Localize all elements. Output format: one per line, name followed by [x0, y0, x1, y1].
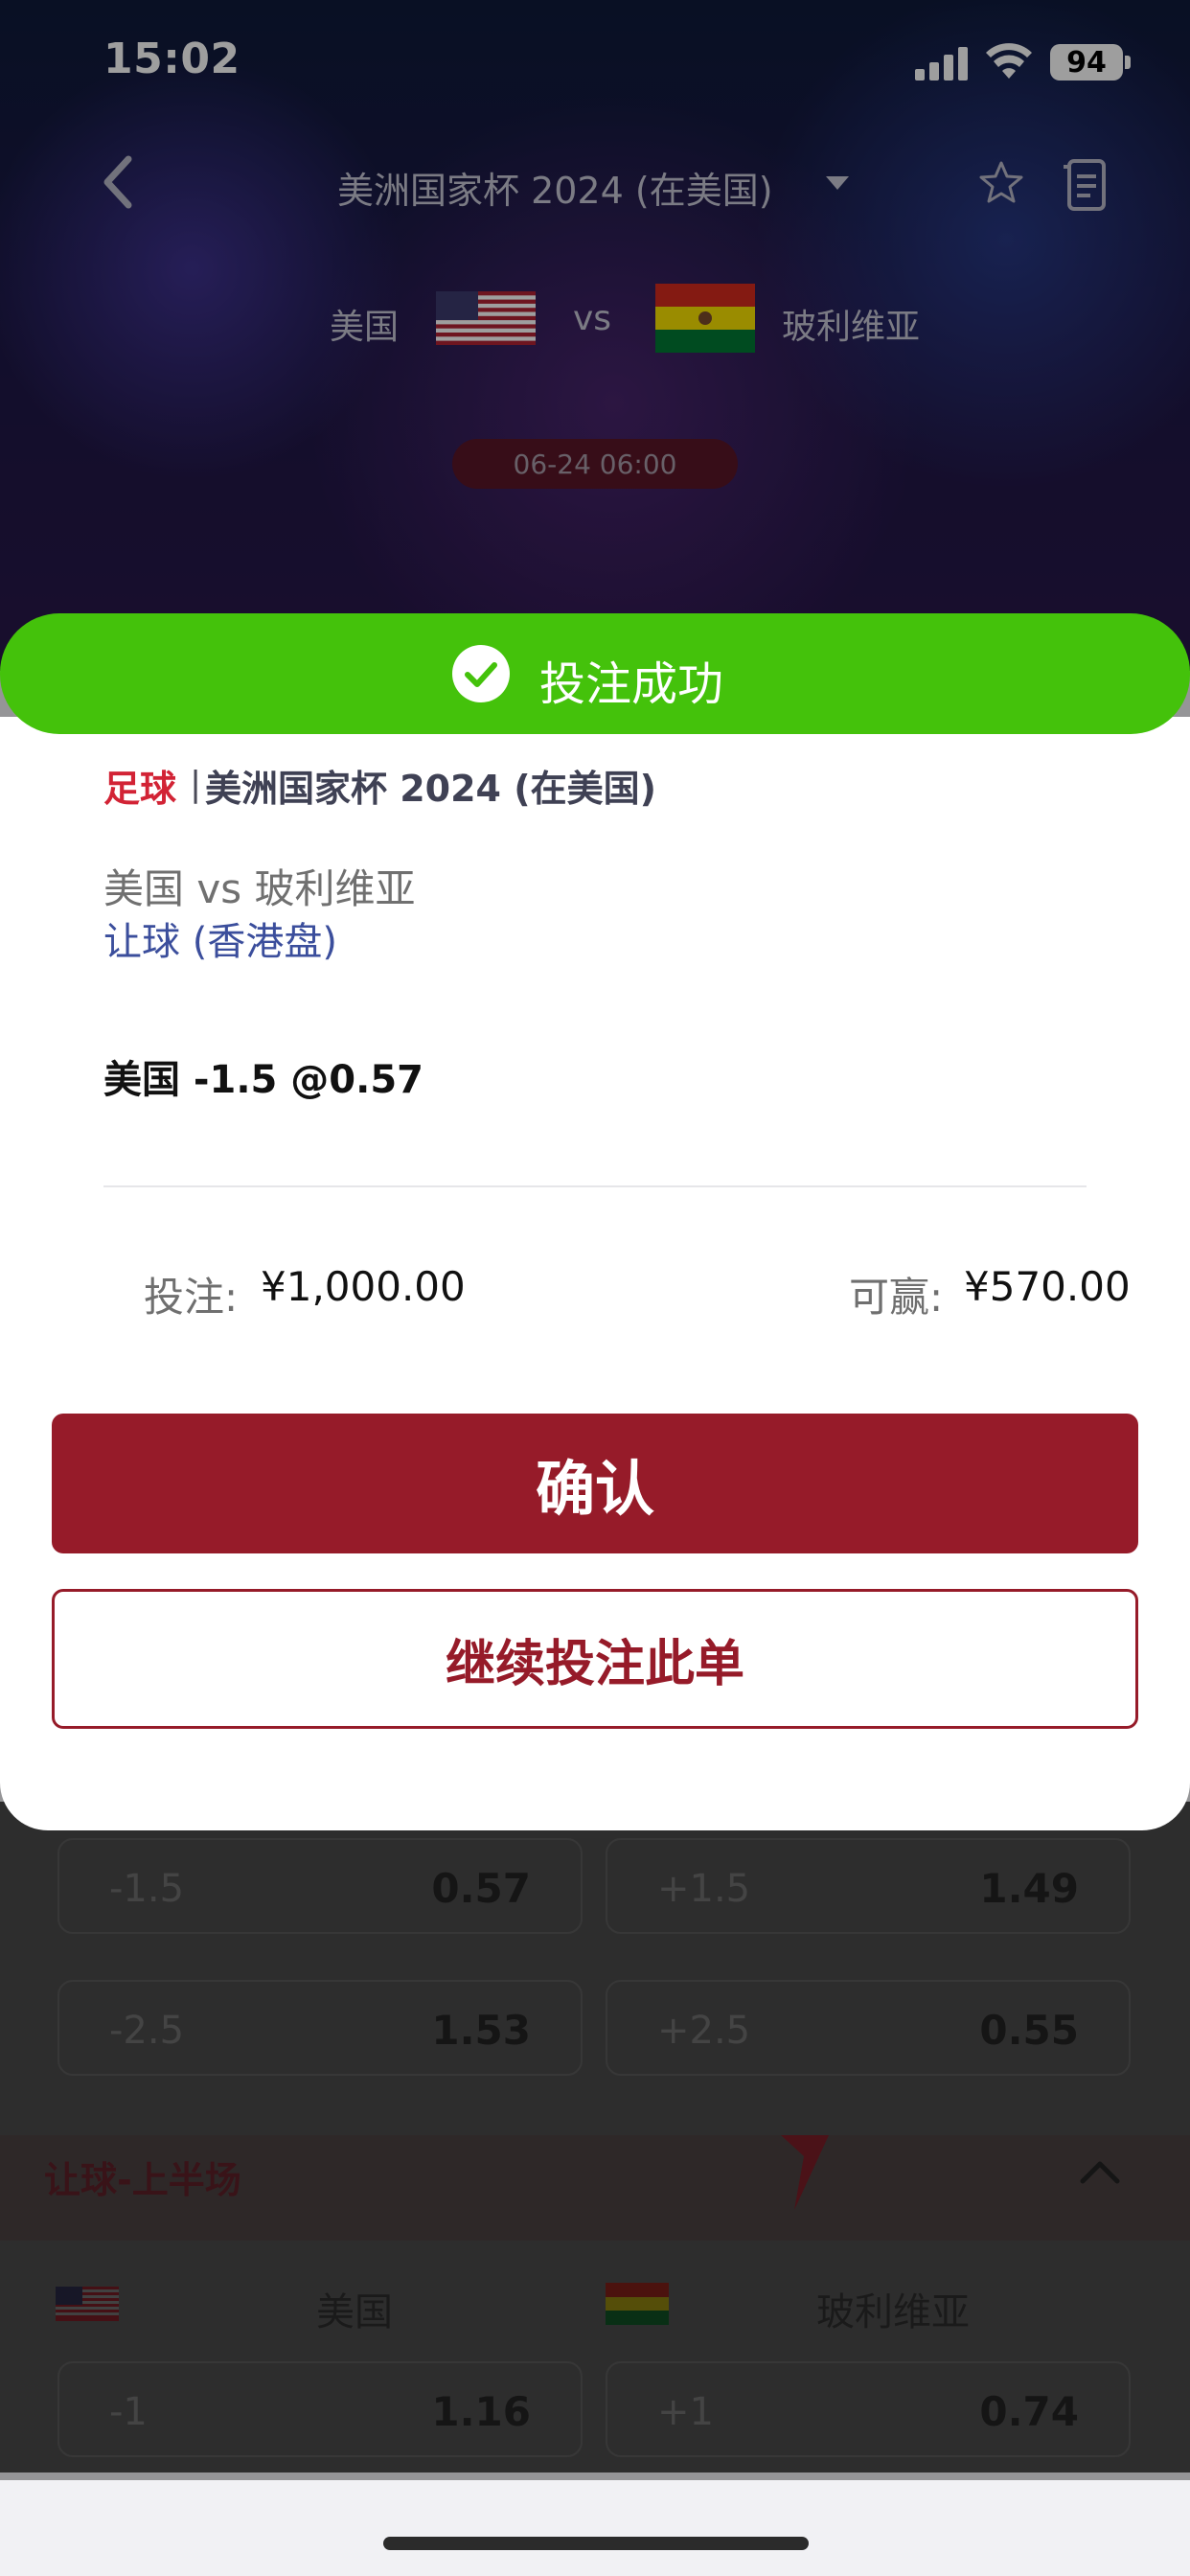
continue-betting-button[interactable]: 继续投注此单	[52, 1589, 1138, 1729]
stake-amount: ¥1,000.00	[261, 1263, 466, 1310]
potential-win-label: 可赢:	[849, 1274, 944, 1321]
separator: |	[190, 765, 202, 804]
home-indicator[interactable]	[383, 2537, 809, 2550]
potential-win-amount: ¥570.00	[964, 1263, 1131, 1310]
stake-label: 投注:	[144, 1274, 239, 1321]
home-indicator-area	[0, 2480, 1190, 2576]
confirm-button[interactable]: 确认	[52, 1414, 1138, 1553]
sport-label: 足球	[103, 768, 177, 810]
success-message: 投注成功	[539, 657, 724, 711]
matchup-text: 美国 vs 玻利维亚	[103, 865, 416, 912]
check-circle-icon	[452, 645, 510, 702]
bet-selection: 美国 -1.5 @0.57	[103, 1058, 424, 1102]
market-type: 让球 (香港盘)	[103, 920, 337, 964]
league-name: 美洲国家杯 2024 (在美国)	[205, 768, 656, 810]
divider	[103, 1185, 1087, 1187]
